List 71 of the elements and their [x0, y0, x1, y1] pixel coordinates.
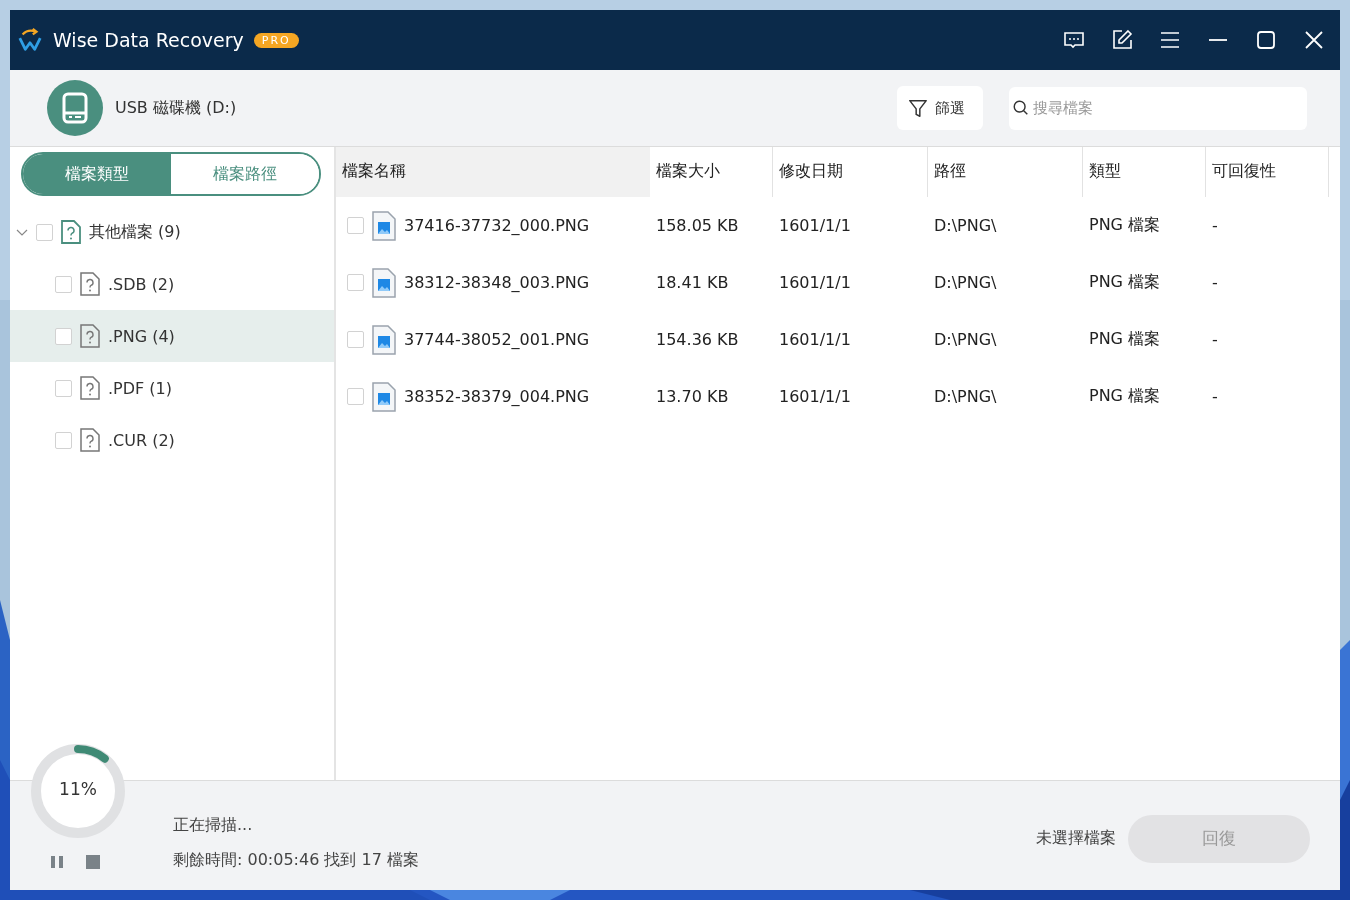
column-header[interactable]: 可回復性: [1206, 147, 1329, 197]
scan-status: 正在掃描...: [173, 814, 254, 836]
unknown-file-icon: [80, 272, 100, 296]
image-file-icon: [372, 324, 396, 355]
table-cell: -: [1212, 387, 1218, 406]
table-cell: -: [1212, 330, 1218, 349]
column-header[interactable]: 類型: [1083, 147, 1206, 197]
table-cell: D:\PNG\: [934, 330, 997, 349]
table-cell: D:\PNG\: [934, 216, 997, 235]
image-file-icon: [372, 381, 396, 412]
selection-status: 未選擇檔案: [1036, 828, 1116, 849]
checkbox[interactable]: [36, 223, 53, 241]
checkbox[interactable]: [55, 431, 72, 449]
table-cell: 38312-38348_003.PNG: [404, 273, 590, 292]
table-cell: 18.41 KB: [656, 273, 729, 292]
checkbox[interactable]: [55, 327, 72, 345]
funnel-icon: [907, 97, 929, 119]
drive-icon: [47, 80, 103, 136]
stop-icon[interactable]: [86, 855, 100, 869]
image-file-icon: [372, 210, 396, 241]
table-cell: D:\PNG\: [934, 273, 997, 292]
column-header[interactable]: 修改日期: [773, 147, 928, 197]
column-header[interactable]: 檔案名稱: [336, 147, 650, 197]
table-cell: 1601/1/1: [779, 330, 851, 349]
unknown-file-icon: [80, 376, 100, 400]
table-cell: 37744-38052_001.PNG: [404, 330, 590, 349]
table-cell: PNG 檔案: [1089, 215, 1161, 234]
tree-item[interactable]: .CUR (2): [10, 414, 334, 466]
table-cell: PNG 檔案: [1089, 272, 1161, 291]
column-header[interactable]: 路徑: [928, 147, 1083, 197]
table-cell: 1601/1/1: [779, 216, 851, 235]
table-cell: PNG 檔案: [1089, 386, 1161, 405]
view-tab[interactable]: 檔案類型: [23, 154, 171, 194]
unknown-file-icon: [61, 220, 81, 244]
drive-label: USB 磁碟機 (D:): [115, 97, 237, 119]
search-icon: [1012, 98, 1030, 117]
table-cell: PNG 檔案: [1089, 329, 1161, 348]
table-cell: 38352-38379_004.PNG: [404, 387, 590, 406]
edit-icon[interactable]: [1110, 28, 1134, 52]
table-cell: 1601/1/1: [779, 273, 851, 292]
column-header[interactable]: 檔案大小: [650, 147, 773, 197]
table-cell: D:\PNG\: [934, 387, 997, 406]
progress-percent: 11%: [58, 779, 98, 799]
scan-details: 剩餘時間: 00:05:46 找到 17 檔案: [173, 849, 419, 871]
table-cell: 154.36 KB: [656, 330, 739, 349]
table-cell: 1601/1/1: [779, 387, 851, 406]
table-cell: 158.05 KB: [656, 216, 739, 235]
checkbox[interactable]: [347, 217, 364, 234]
checkbox[interactable]: [347, 274, 364, 291]
table-cell: 13.70 KB: [656, 387, 729, 406]
window-title: Wise Data Recovery: [53, 29, 244, 51]
checkbox[interactable]: [347, 388, 364, 405]
tree-item[interactable]: 其他檔案 (9): [10, 206, 334, 258]
checkbox[interactable]: [55, 275, 72, 293]
maximize-icon[interactable]: [1254, 28, 1278, 52]
search-field[interactable]: 搜尋檔案: [1009, 86, 1307, 130]
logo-icon: [17, 27, 43, 53]
pro-badge: PRO: [253, 32, 299, 48]
checkbox[interactable]: [55, 379, 72, 397]
checkbox[interactable]: [347, 331, 364, 348]
tree-item[interactable]: .SDB (2): [10, 258, 334, 310]
pause-icon[interactable]: [50, 855, 64, 869]
unknown-file-icon: [80, 324, 100, 348]
tree-item[interactable]: .PNG (4): [10, 310, 334, 362]
table-cell: -: [1212, 273, 1218, 292]
table-cell: -: [1212, 216, 1218, 235]
table-cell: 37416-37732_000.PNG: [404, 216, 590, 235]
filter-button[interactable]: 篩選: [897, 86, 983, 130]
tree-item[interactable]: .PDF (1): [10, 362, 334, 414]
image-file-icon: [372, 267, 396, 298]
unknown-file-icon: [80, 428, 100, 452]
